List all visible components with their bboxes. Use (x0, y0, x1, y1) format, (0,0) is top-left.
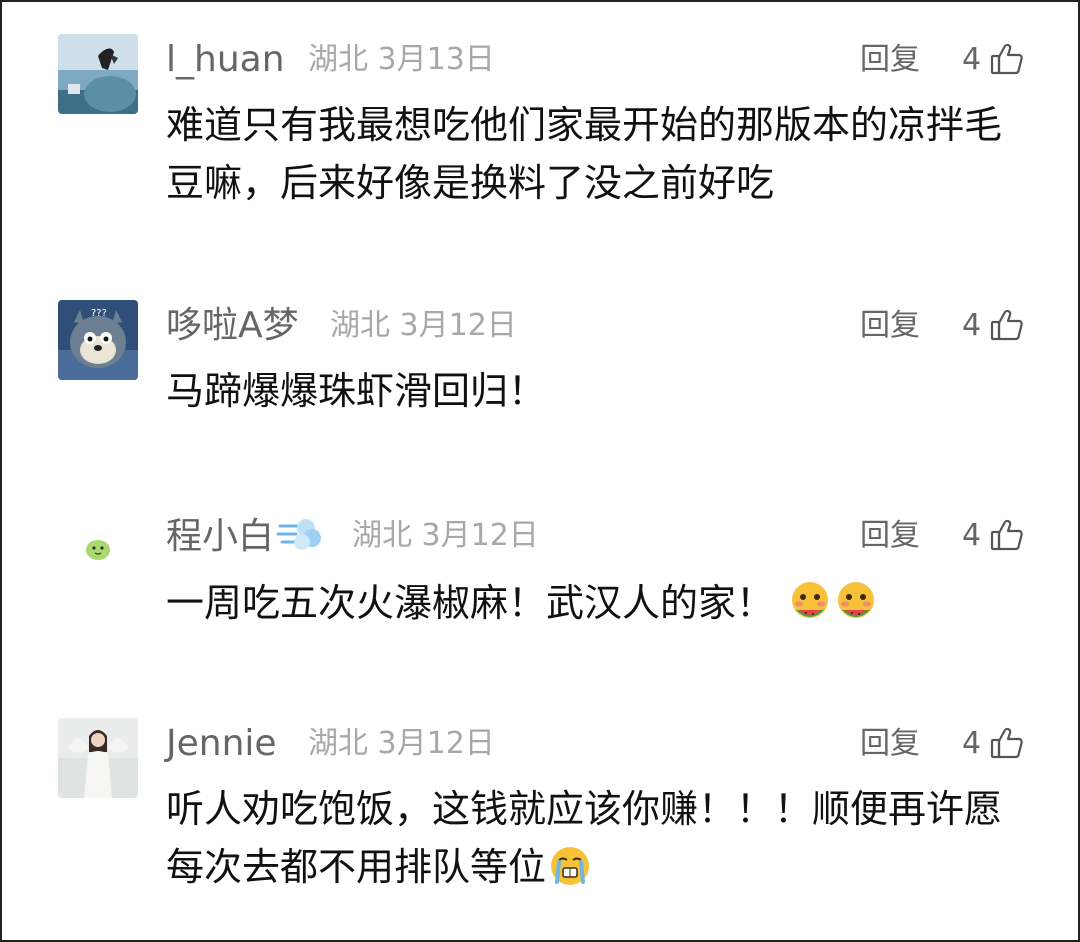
comment-meta: 湖北 3月12日 (308, 722, 495, 766)
thumbs-up-icon[interactable] (990, 726, 1024, 760)
location: 湖北 (330, 308, 390, 343)
username[interactable]: 哆啦A梦 (166, 304, 299, 348)
comment-meta: 湖北 3月13日 (308, 38, 495, 82)
avatar[interactable] (58, 718, 138, 798)
username-text: 程小白 (166, 516, 275, 557)
reply-button[interactable]: 回复 (860, 722, 920, 766)
eating-watermelon-emoji (834, 580, 878, 624)
dash-emoji (276, 514, 322, 554)
comment-text: 马蹄爆爆珠虾滑回归！ (166, 369, 547, 413)
username[interactable]: Jennie (166, 722, 277, 766)
date: 3月12日 (421, 518, 539, 553)
avatar[interactable]: ??? (58, 300, 138, 380)
reply-button[interactable]: 回复 (860, 304, 920, 348)
avatar[interactable] (58, 512, 138, 592)
location: 湖北 (352, 518, 412, 553)
comment-meta: 湖北 3月12日 (330, 304, 517, 348)
location: 湖北 (308, 42, 368, 77)
svg-text:???: ??? (91, 308, 107, 319)
username[interactable]: l_huan (166, 38, 285, 82)
reply-button[interactable]: 回复 (860, 514, 920, 558)
date: 3月12日 (399, 308, 517, 343)
thumbs-up-icon[interactable] (990, 42, 1024, 76)
username[interactable]: 程小白 (166, 514, 322, 559)
like-count: 4 (962, 726, 982, 761)
comment-meta: 湖北 3月12日 (352, 514, 539, 558)
date: 3月13日 (377, 42, 495, 77)
comment-text: 难道只有我最想吃他们家最开始的那版本的凉拌毛豆嘛，后来好像是换料了没之前好吃 (166, 103, 1003, 205)
location: 湖北 (308, 726, 368, 761)
like-count: 4 (962, 308, 982, 343)
reply-button[interactable]: 回复 (860, 38, 920, 82)
like-count: 4 (962, 518, 982, 553)
comment-list: l_huan 湖北 3月13日 回复 4 难道只有我最想吃他们家最开始的那版本的… (0, 0, 1080, 942)
thumbs-up-icon[interactable] (990, 518, 1024, 552)
comment-body: 听人劝吃饱饭，这钱就应该你赚！！！顺便再许愿每次去都不用排队等位 (166, 780, 1026, 896)
eating-watermelon-emoji (788, 580, 832, 624)
comment-body: 一周吃五次火瀑椒麻！武汉人的家！ (166, 574, 1026, 632)
comment-text: 一周吃五次火瀑椒麻！武汉人的家！ (166, 581, 775, 625)
like-count: 4 (962, 42, 982, 77)
thumbs-up-icon[interactable] (990, 308, 1024, 342)
date: 3月12日 (377, 726, 495, 761)
crying-emoji (548, 844, 592, 888)
avatar[interactable] (58, 34, 138, 114)
